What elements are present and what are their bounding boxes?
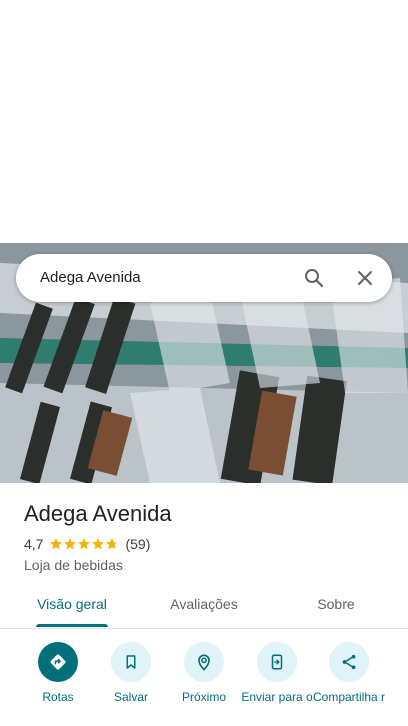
active-tab-indicator <box>36 624 108 627</box>
bookmark-icon <box>111 642 151 682</box>
tab-reviews[interactable]: Avaliações <box>156 584 252 628</box>
send-to-phone-button[interactable]: Enviar para o <box>237 642 317 704</box>
search-icon[interactable] <box>302 266 326 290</box>
place-category[interactable]: Loja de bebidas <box>24 557 123 573</box>
directions-button[interactable]: Rotas <box>18 642 98 704</box>
share-label: Compartilha r <box>312 690 386 704</box>
map-area-blank <box>0 0 408 243</box>
send-to-phone-label: Enviar para o <box>241 690 313 704</box>
nearby-icon <box>184 642 224 682</box>
nearby-label: Próximo <box>181 690 226 704</box>
star-icon <box>64 538 77 550</box>
rating-row[interactable]: 4,7 (59) <box>24 536 150 552</box>
star-rating <box>49 537 119 551</box>
share-button[interactable]: Compartilha r <box>309 642 389 704</box>
place-title: Adega Avenida <box>24 501 172 526</box>
send-to-phone-icon <box>257 642 297 682</box>
star-icon <box>78 538 91 550</box>
search-query[interactable]: Adega Avenida <box>40 254 141 302</box>
tab-overview[interactable]: Visão geral <box>24 584 120 628</box>
save-button[interactable]: Salvar <box>91 642 171 704</box>
save-label: Salvar <box>113 690 148 704</box>
tab-about[interactable]: Sobre <box>288 584 384 628</box>
nearby-button[interactable]: Próximo <box>164 642 244 704</box>
action-bar: Rotas Salvar Próximo Enviar para o Compa… <box>0 640 408 726</box>
star-icon <box>92 538 105 550</box>
directions-label: Rotas <box>42 690 74 704</box>
star-icon <box>106 538 119 550</box>
search-bar[interactable]: Adega Avenida <box>16 254 392 302</box>
review-count[interactable]: (59) <box>125 536 150 552</box>
rating-value: 4,7 <box>24 536 44 552</box>
close-icon[interactable] <box>353 266 377 290</box>
star-icon <box>50 538 63 550</box>
tab-bar: Visão geral Avaliações Sobre <box>0 584 408 629</box>
directions-icon <box>38 642 78 682</box>
share-icon <box>329 642 369 682</box>
